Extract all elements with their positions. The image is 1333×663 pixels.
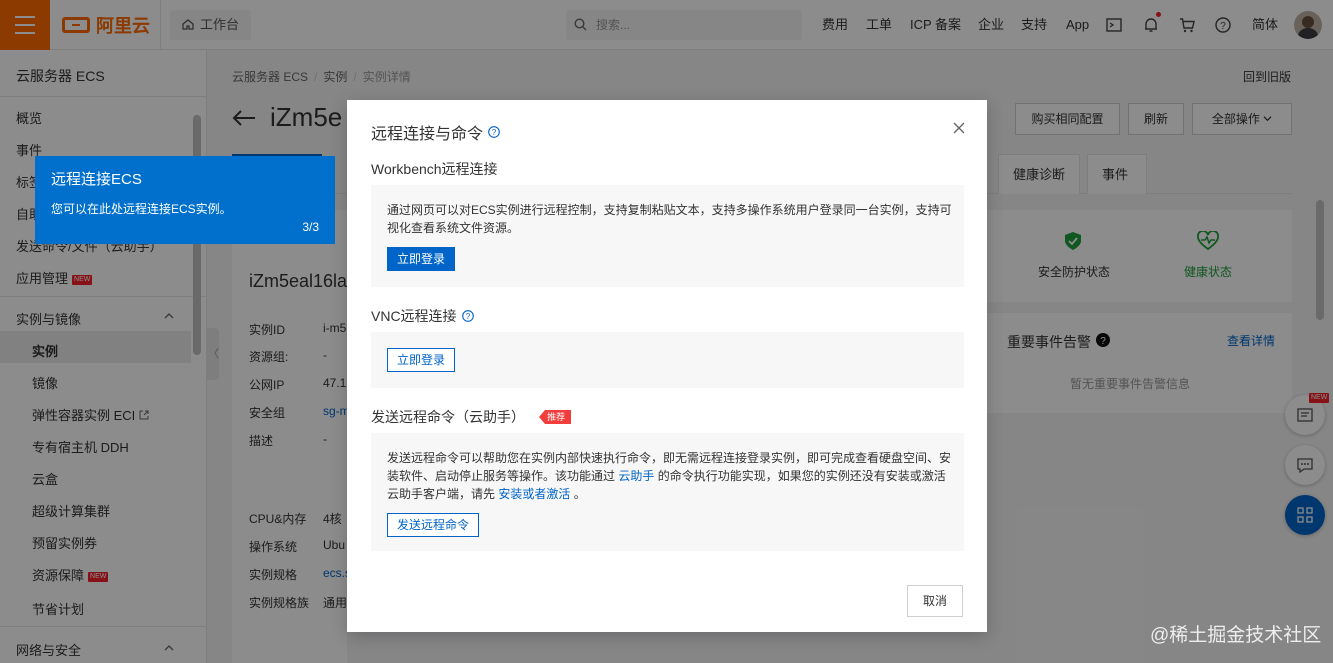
remote-connect-dialog: 远程连接与命令 ? Workbench远程连接 通过网页可以对ECS实例进行远程… bbox=[347, 100, 987, 632]
command-description: 发送远程命令可以帮助您在实例内部快速执行命令，即无需远程连接登录实例，即可完成查… bbox=[387, 449, 953, 503]
watermark: @稀土掘金技术社区 bbox=[1150, 625, 1322, 646]
workbench-description: 通过网页可以对ECS实例进行远程控制，支持复制粘贴文本，支持多操作系统用户登录同… bbox=[387, 203, 952, 235]
svg-text:?: ? bbox=[492, 128, 497, 137]
send-command-button[interactable]: 发送远程命令 bbox=[387, 513, 480, 537]
guide-step: 3/3 bbox=[302, 220, 319, 234]
workbench-section: 通过网页可以对ECS实例进行远程控制，支持复制粘贴文本，支持多操作系统用户登录同… bbox=[371, 185, 964, 287]
cloud-assistant-link[interactable]: 云助手 bbox=[618, 469, 654, 483]
recommended-badge: 推荐 bbox=[539, 410, 572, 424]
workbench-section-title: Workbench远程连接 bbox=[371, 159, 498, 179]
command-section: 发送远程命令可以帮助您在实例内部快速执行命令，即无需远程连接登录实例，即可完成查… bbox=[371, 433, 964, 551]
command-section-label: 发送远程命令（云助手） bbox=[371, 409, 525, 425]
guide-description: 您可以在此处远程连接ECS实例。 bbox=[51, 202, 232, 216]
help-icon[interactable]: ? bbox=[488, 126, 500, 138]
cancel-button[interactable]: 取消 bbox=[907, 585, 963, 617]
vnc-section: 立即登录 bbox=[371, 332, 964, 388]
dialog-title-text: 远程连接与命令 bbox=[371, 126, 484, 143]
dialog-title: 远程连接与命令 ? bbox=[371, 120, 500, 144]
guide-tooltip: 远程连接ECS 您可以在此处远程连接ECS实例。 3/3 bbox=[35, 156, 335, 244]
vnc-login-button[interactable]: 立即登录 bbox=[387, 348, 456, 372]
close-icon[interactable] bbox=[953, 122, 965, 134]
command-text-part: 。 bbox=[573, 487, 586, 501]
help-icon[interactable]: ? bbox=[461, 310, 474, 322]
vnc-section-label: VNC远程连接 bbox=[371, 308, 457, 324]
svg-text:?: ? bbox=[465, 312, 470, 321]
install-or-activate-link[interactable]: 安装或者激活 bbox=[498, 487, 570, 501]
workbench-login-button[interactable]: 立即登录 bbox=[387, 247, 456, 271]
guide-title: 远程连接ECS bbox=[51, 171, 142, 188]
workbench-section-label: Workbench远程连接 bbox=[371, 161, 498, 177]
command-section-title: 发送远程命令（云助手） 推荐 bbox=[371, 407, 572, 427]
vnc-section-title: VNC远程连接 ? bbox=[371, 306, 474, 326]
